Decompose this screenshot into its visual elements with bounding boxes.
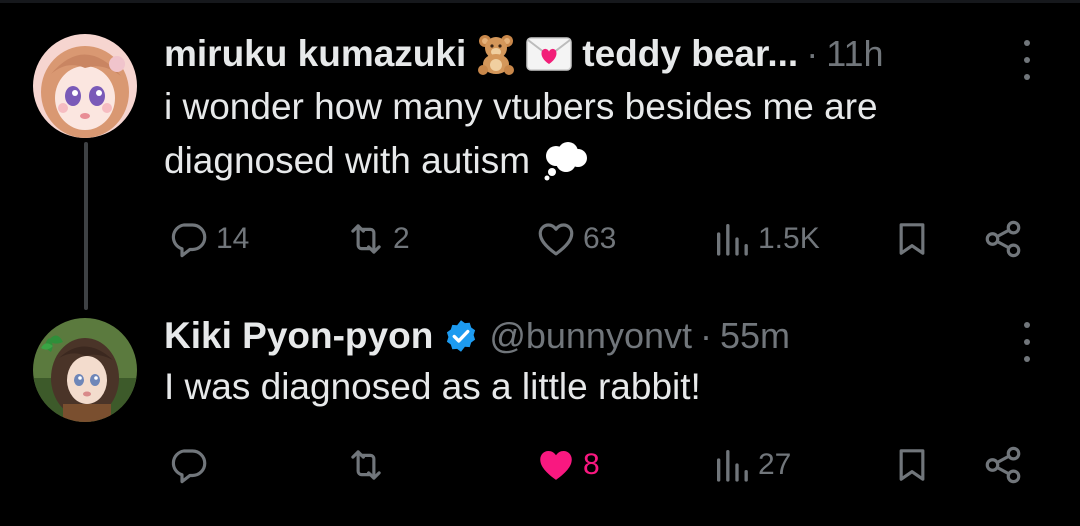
like-button[interactable]: 63: [535, 216, 616, 262]
repost-button[interactable]: 2: [345, 216, 410, 262]
more-options-button[interactable]: [1012, 322, 1042, 362]
display-name[interactable]: miruku kumazuki: [164, 33, 466, 75]
reply-icon: [171, 449, 207, 484]
bookmark-button[interactable]: [892, 442, 932, 488]
verified-badge-icon: [443, 318, 479, 354]
tweet-header: Kiki Pyon-pyon @bunnyonvt · 55m: [164, 312, 790, 360]
tweet-kiki[interactable]: Kiki Pyon-pyon @bunnyonvt · 55m I was di…: [0, 300, 1080, 526]
thought-balloon-icon: [542, 141, 588, 181]
love-letter-icon: [526, 37, 573, 71]
separator-dot: ·: [806, 33, 819, 74]
reply-count: 14: [216, 222, 250, 255]
teddy-bear-icon: [476, 33, 516, 75]
tweet-actions: 14 2 63 1.5K: [0, 216, 1080, 262]
more-options-button[interactable]: [1012, 40, 1042, 80]
user-handle[interactable]: @bunnyonvt: [489, 315, 692, 357]
heart-filled-icon: [540, 451, 572, 480]
more-dot-icon: [1024, 74, 1030, 80]
tweet-text: I was diagnosed as a little rabbit!: [164, 366, 701, 407]
tweet-text-line: i wonder how many vtubers besides me are: [164, 86, 878, 127]
share-icon: [985, 446, 1021, 484]
repost-icon: [351, 224, 381, 254]
reply-button[interactable]: 14: [168, 216, 249, 262]
avatar-image-icon: [33, 318, 137, 422]
share-icon: [985, 220, 1021, 258]
timestamp[interactable]: 55m: [720, 315, 790, 357]
views-button[interactable]: 27: [712, 442, 791, 488]
views-button[interactable]: 1.5K: [712, 216, 820, 262]
reply-button[interactable]: [168, 442, 216, 488]
display-name[interactable]: Kiki Pyon-pyon: [164, 315, 433, 357]
like-button[interactable]: 8: [535, 442, 600, 488]
views-chart-icon: [717, 224, 748, 256]
bookmark-button[interactable]: [892, 216, 932, 262]
tweet-actions: 8 27: [0, 442, 1080, 488]
more-dot-icon: [1024, 322, 1030, 328]
more-dot-icon: [1024, 40, 1030, 46]
timestamp[interactable]: 11h: [826, 33, 883, 75]
like-count: 8: [583, 448, 600, 481]
tweet-text: i wonder how many vtubers besides me are…: [164, 80, 1024, 188]
more-dot-icon: [1024, 339, 1030, 345]
tweet-header: miruku kumazuki teddy bear... · 11h: [164, 30, 884, 78]
like-count: 63: [583, 222, 617, 255]
tweet-miruku[interactable]: miruku kumazuki teddy bear... · 11h i wo…: [0, 0, 1080, 300]
separator-dot: ·: [700, 315, 712, 356]
repost-icon: [351, 450, 381, 480]
share-button[interactable]: [982, 442, 1024, 488]
views-chart-icon: [717, 450, 748, 482]
avatar[interactable]: [33, 34, 137, 138]
heart-icon: [538, 223, 574, 256]
more-dot-icon: [1024, 57, 1030, 63]
views-count: 1.5K: [758, 222, 820, 255]
display-name-suffix[interactable]: teddy bear...: [582, 33, 798, 75]
repost-button[interactable]: [345, 442, 393, 488]
reply-icon: [171, 223, 207, 258]
more-dot-icon: [1024, 356, 1030, 362]
tweet-text-line: diagnosed with autism: [164, 140, 531, 181]
avatar[interactable]: [33, 318, 137, 422]
bookmark-icon: [899, 449, 925, 481]
avatar-image-icon: [33, 34, 137, 138]
views-count: 27: [758, 448, 792, 481]
repost-count: 2: [393, 222, 410, 255]
bookmark-icon: [899, 223, 925, 255]
share-button[interactable]: [982, 216, 1024, 262]
